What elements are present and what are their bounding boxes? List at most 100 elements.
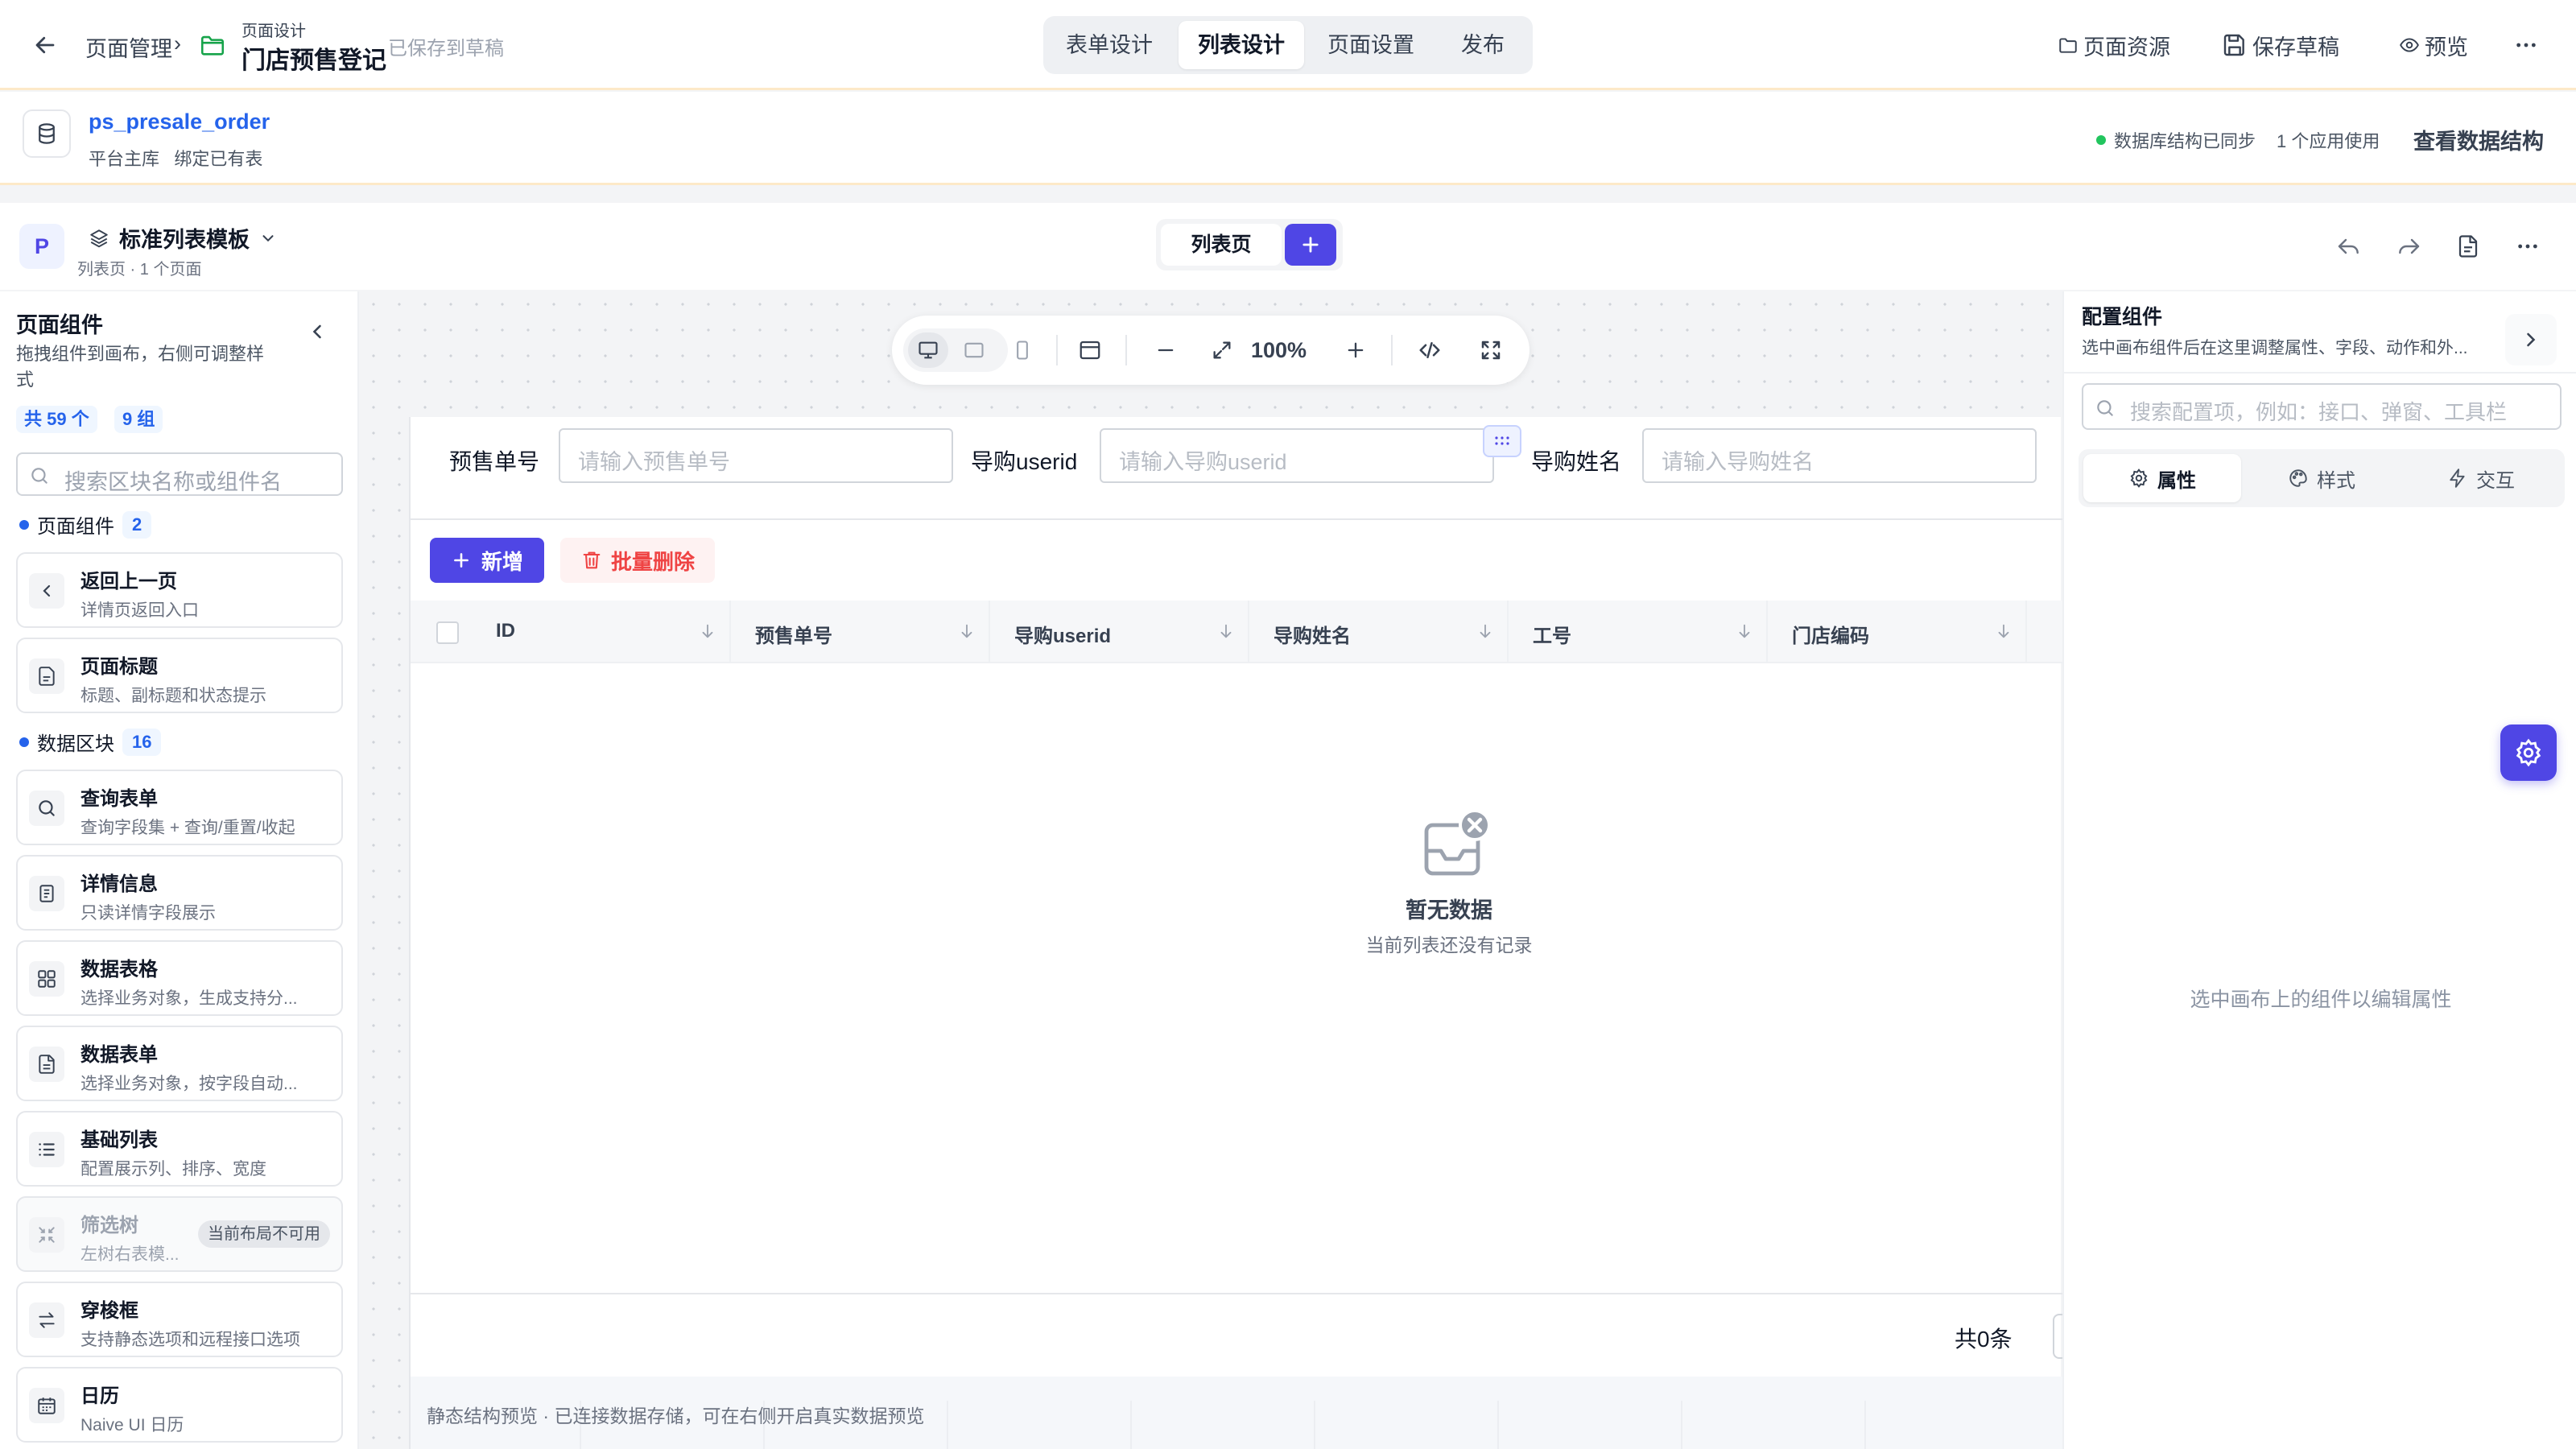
save-draft-label: 保存草稿 [2252,35,2339,60]
column-header-guide-userid[interactable]: 导购userid [990,601,1249,663]
component-query-form[interactable]: 查询表单 查询字段集 + 查询/重置/收起 [16,770,343,845]
drag-handle-icon[interactable] [1483,425,1521,457]
component-detail-info[interactable]: 详情信息 只读详情字段展示 [16,855,343,931]
tab-publish[interactable]: 发布 [1438,21,1528,69]
tab-label: 属性 [2157,469,2196,492]
column-line [1130,1401,1132,1449]
column-header-id[interactable]: ID [472,601,731,663]
document-icon [29,658,64,694]
document-icon[interactable] [2452,230,2484,262]
empty-state: 暂无数据 当前列表还没有记录 [1328,806,1570,967]
code-icon[interactable] [1412,332,1447,368]
table-header: ID 预售单号 导购userid 导购姓名 工号 门店编码 [411,601,2062,663]
add-page-button[interactable] [1285,224,1336,266]
more-options-icon[interactable] [2512,230,2544,262]
tab-page-settings[interactable]: 页面设置 [1311,21,1431,69]
query-form[interactable]: 预售单号 请输入预售单号 导购userid 请输入导购userid 导购姓名 请… [411,417,2062,520]
template-selector[interactable]: 标准列表模板 [89,222,277,254]
sort-arrow-icon[interactable] [958,622,976,640]
sort-arrow-icon[interactable] [1736,622,1753,640]
save-draft-button[interactable]: 保存草稿 [2222,29,2339,61]
select-all-checkbox[interactable] [436,621,459,644]
tab-list-design[interactable]: 列表设计 [1179,21,1304,69]
component-panel-title: 页面组件 [16,313,103,337]
group-count: 16 [122,728,162,756]
zoom-out-icon[interactable] [1148,332,1183,368]
mobile-icon[interactable] [1005,332,1040,368]
sort-arrow-icon[interactable] [699,622,716,640]
column-header-store-code[interactable]: 门店编码 [1768,601,2027,663]
column-header-employee-no[interactable]: 工号 [1509,601,1768,663]
component-panel: 页面组件 拖拽组件到画布，右侧可调整样式 共 59 个 9 组 搜索区块名称或组… [0,291,359,1449]
component-basic-list[interactable]: 基础列表 配置展示列、排序、宽度 [16,1111,343,1187]
chevron-right-icon[interactable] [2505,314,2557,365]
data-table-name[interactable]: ps_presale_order [89,109,270,134]
component-page-title[interactable]: 页面标题 标题、副标题和状态提示 [16,638,343,713]
page-resources-button[interactable]: 页面资源 [2058,29,2170,61]
tab-properties[interactable]: 属性 [2083,454,2241,502]
component-panel-desc: 拖拽组件到画布，右侧可调整样式 [16,344,265,390]
page-switcher: 列表页 [1156,219,1343,270]
transfer-icon [29,1302,64,1338]
component-transfer[interactable]: 穿梭框 支持静态选项和远程接口选项 [16,1282,343,1357]
divider [2064,372,2576,374]
add-button-label: 新增 [481,549,523,574]
sort-arrow-icon[interactable] [1217,622,1235,640]
back-arrow-icon[interactable] [29,29,61,61]
empty-desc: 当前列表还没有记录 [1365,935,1533,956]
zoom-in-icon[interactable] [1338,332,1373,368]
more-icon[interactable] [2510,29,2542,61]
breadcrumb-page-management[interactable]: 页面管理 [85,31,172,63]
fullscreen-icon[interactable] [1473,332,1509,368]
page-preview[interactable]: 预售单号 请输入预售单号 导购userid 请输入导购userid 导购姓名 请… [409,417,2064,1449]
batch-delete-button[interactable]: 批量删除 [560,538,715,583]
folder-icon [196,29,229,61]
column-header-guide-name[interactable]: 导购姓名 [1249,601,1509,663]
tab-label: 交互 [2476,469,2515,492]
browser-frame-icon[interactable] [1072,332,1108,368]
column-header-presale-no[interactable]: 预售单号 [731,601,990,663]
group-page-components[interactable]: 页面组件 2 [19,510,152,539]
search-placeholder: 搜索配置项，例如：接口、弹窗、工具栏 [2130,400,2508,424]
group-data-blocks[interactable]: 数据区块 16 [19,728,162,756]
config-search-input[interactable]: 搜索配置项，例如：接口、弹窗、工具栏 [2082,383,2562,430]
tab-interaction[interactable]: 交互 [2402,454,2560,502]
toolbar-divider [1056,335,1058,365]
sort-arrow-icon[interactable] [1476,622,1494,640]
total-count-badge: 共 59 个 [16,406,97,433]
component-desc: 详情页返回入口 [80,601,199,620]
preview-button[interactable]: 预览 [2399,29,2468,61]
template-name: 标准列表模板 [119,228,250,252]
input-placeholder: 请输入预售单号 [578,450,730,474]
template-badge: P [19,224,64,269]
component-search-input[interactable]: 搜索区块名称或组件名 [16,452,343,496]
redo-icon[interactable] [2392,230,2425,262]
fit-screen-icon[interactable] [1204,332,1240,368]
guide-userid-input[interactable]: 请输入导购userid [1100,428,1494,483]
form-doc-icon [29,1046,64,1082]
database-icon [23,109,71,158]
sort-arrow-icon[interactable] [1995,622,2013,640]
component-data-table[interactable]: 数据表格 选择业务对象，生成支持分... [16,940,343,1016]
component-back[interactable]: 返回上一页 详情页返回入口 [16,552,343,628]
guide-name-input[interactable]: 请输入导购姓名 [1642,428,2037,483]
page-tab-list[interactable]: 列表页 [1161,224,1282,266]
component-desc: Naive UI 日历 [80,1416,184,1435]
palette-icon [2288,468,2309,489]
tab-form-design[interactable]: 表单设计 [1048,21,1170,69]
search-icon [29,791,64,826]
desktop-icon[interactable] [908,332,948,368]
undo-icon[interactable] [2333,230,2365,262]
tab-style[interactable]: 样式 [2243,454,2401,502]
component-calendar[interactable]: 日历 Naive UI 日历 [16,1367,343,1443]
settings-float-button[interactable] [2500,724,2557,781]
collapse-panel-icon[interactable] [301,316,333,348]
presale-no-input[interactable]: 请输入预售单号 [559,428,953,483]
breadcrumb-separator: › [174,31,181,56]
group-count-badge: 9 组 [114,406,163,433]
component-data-form[interactable]: 数据表单 选择业务对象，按字段自动... [16,1026,343,1101]
view-data-structure-button[interactable]: 查看数据结构 [2413,124,2544,155]
add-button[interactable]: 新增 [430,538,544,583]
tablet-icon[interactable] [956,332,992,368]
filter-label: 导购姓名 [1531,449,1622,474]
